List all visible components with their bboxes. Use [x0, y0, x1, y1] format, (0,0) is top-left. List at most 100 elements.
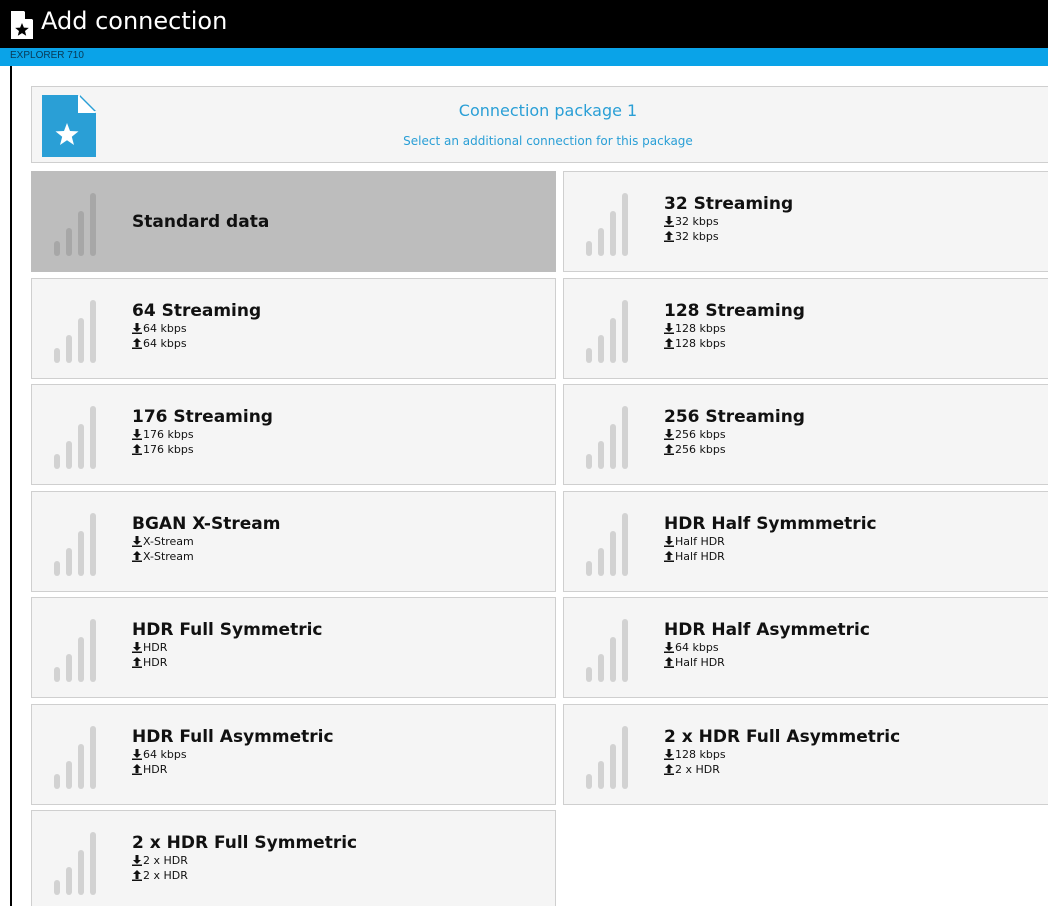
- device-bar: EXPLORER 710: [0, 48, 1048, 66]
- download-icon: [132, 536, 142, 547]
- connection-name: 64 Streaming: [132, 301, 262, 321]
- connection-name: HDR Half Asymmetric: [664, 620, 870, 640]
- download-icon: [664, 323, 674, 334]
- upload-icon: [132, 657, 142, 668]
- upload-speed-value: HDR: [143, 656, 168, 669]
- signal-strength-icon: [54, 619, 96, 682]
- signal-strength-icon: [54, 726, 96, 789]
- download-speed-value: 128 kbps: [675, 748, 726, 761]
- connection-name: BGAN X-Stream: [132, 514, 281, 534]
- connection-name: HDR Half Symmmetric: [664, 514, 877, 534]
- connection-name: Standard data: [132, 212, 270, 232]
- upload-speed-value: 2 x HDR: [675, 763, 720, 776]
- connection-name: 176 Streaming: [132, 407, 273, 427]
- download-icon: [664, 429, 674, 440]
- upload-icon: [664, 764, 674, 775]
- upload-speed: X-Stream: [132, 550, 194, 563]
- download-speed: X-Stream: [132, 535, 194, 548]
- signal-strength-icon: [54, 513, 96, 576]
- download-speed: 64 kbps: [132, 748, 187, 761]
- connection-option-bgan-x-stream[interactable]: BGAN X-Stream X-Stream X-Stream: [31, 491, 556, 592]
- upload-icon: [132, 551, 142, 562]
- connection-option-256-streaming[interactable]: 256 Streaming 256 kbps 256 kbps: [563, 384, 1048, 485]
- upload-speed-value: 176 kbps: [143, 443, 194, 456]
- connection-option-hdr-half-asymmetric[interactable]: HDR Half Asymmetric 64 kbps Half HDR: [563, 597, 1048, 698]
- signal-strength-icon: [54, 300, 96, 363]
- download-speed-value: 128 kbps: [675, 322, 726, 335]
- upload-icon: [664, 338, 674, 349]
- upload-icon: [132, 764, 142, 775]
- connection-option-hdr-half-symmmetric[interactable]: HDR Half Symmmetric Half HDR Half HDR: [563, 491, 1048, 592]
- download-speed: 32 kbps: [664, 215, 719, 228]
- download-speed-value: 176 kbps: [143, 428, 194, 441]
- signal-strength-icon: [586, 406, 628, 469]
- upload-speed: 32 kbps: [664, 230, 719, 243]
- connection-name: 32 Streaming: [664, 194, 794, 214]
- device-name: EXPLORER 710: [10, 50, 84, 61]
- signal-strength-icon: [54, 832, 96, 895]
- connection-option-2-x-hdr-full-symmetric[interactable]: 2 x HDR Full Symmetric 2 x HDR 2 x HDR: [31, 810, 556, 906]
- upload-speed-value: 256 kbps: [675, 443, 726, 456]
- connection-option-176-streaming[interactable]: 176 Streaming 176 kbps 176 kbps: [31, 384, 556, 485]
- download-speed: Half HDR: [664, 535, 725, 548]
- upload-speed: Half HDR: [664, 550, 725, 563]
- upload-icon: [664, 444, 674, 455]
- upload-speed-value: 32 kbps: [675, 230, 719, 243]
- package-title: Connection package 1: [458, 101, 638, 120]
- connection-name: 128 Streaming: [664, 301, 805, 321]
- download-speed: 64 kbps: [132, 322, 187, 335]
- upload-icon: [132, 338, 142, 349]
- upload-speed: 176 kbps: [132, 443, 194, 456]
- upload-icon: [132, 444, 142, 455]
- signal-strength-icon: [54, 193, 96, 256]
- upload-speed-value: X-Stream: [143, 550, 194, 563]
- upload-speed-value: Half HDR: [675, 656, 725, 669]
- upload-speed-value: 64 kbps: [143, 337, 187, 350]
- connection-option-hdr-full-asymmetric[interactable]: HDR Full Asymmetric 64 kbps HDR: [31, 704, 556, 805]
- upload-speed: 128 kbps: [664, 337, 726, 350]
- download-speed-value: 64 kbps: [143, 748, 187, 761]
- download-speed-value: Half HDR: [675, 535, 725, 548]
- connection-option-64-streaming[interactable]: 64 Streaming 64 kbps 64 kbps: [31, 278, 556, 379]
- upload-speed: 256 kbps: [664, 443, 726, 456]
- upload-speed-value: 2 x HDR: [143, 869, 188, 882]
- signal-strength-icon: [54, 406, 96, 469]
- connection-name: HDR Full Symmetric: [132, 620, 323, 640]
- connection-option-32-streaming[interactable]: 32 Streaming 32 kbps 32 kbps: [563, 171, 1048, 272]
- upload-speed: 2 x HDR: [664, 763, 720, 776]
- upload-speed: 64 kbps: [132, 337, 187, 350]
- download-icon: [132, 323, 142, 334]
- signal-strength-icon: [586, 513, 628, 576]
- download-icon: [132, 749, 142, 760]
- signal-strength-icon: [586, 726, 628, 789]
- window-title: Add connection: [41, 7, 228, 35]
- download-speed: 64 kbps: [664, 641, 719, 654]
- connection-option-hdr-full-symmetric[interactable]: HDR Full Symmetric HDR HDR: [31, 597, 556, 698]
- upload-speed-value: HDR: [143, 763, 168, 776]
- signal-strength-icon: [586, 619, 628, 682]
- download-speed-value: 32 kbps: [675, 215, 719, 228]
- download-speed: 128 kbps: [664, 748, 726, 761]
- connection-option-128-streaming[interactable]: 128 Streaming 128 kbps 128 kbps: [563, 278, 1048, 379]
- upload-speed-value: Half HDR: [675, 550, 725, 563]
- download-speed: 2 x HDR: [132, 854, 188, 867]
- title-bar: Add connection: [0, 0, 1048, 48]
- upload-icon: [664, 657, 674, 668]
- download-speed: HDR: [132, 641, 167, 654]
- download-icon: [664, 749, 674, 760]
- connection-option-standard-data[interactable]: Standard data: [31, 171, 556, 272]
- download-speed: 128 kbps: [664, 322, 726, 335]
- download-speed-value: X-Stream: [143, 535, 194, 548]
- download-speed-value: HDR: [143, 641, 168, 654]
- package-subtitle: Select an additional connection for this…: [403, 134, 693, 148]
- download-icon: [132, 429, 142, 440]
- download-icon: [132, 642, 142, 653]
- download-speed-value: 256 kbps: [675, 428, 726, 441]
- upload-icon: [132, 870, 142, 881]
- download-icon: [664, 536, 674, 547]
- download-speed-value: 64 kbps: [675, 641, 719, 654]
- connection-name: 2 x HDR Full Symmetric: [132, 833, 358, 853]
- upload-speed: HDR: [132, 763, 167, 776]
- upload-icon: [664, 231, 674, 242]
- connection-option-2-x-hdr-full-asymmetric[interactable]: 2 x HDR Full Asymmetric 128 kbps 2 x HDR: [563, 704, 1048, 805]
